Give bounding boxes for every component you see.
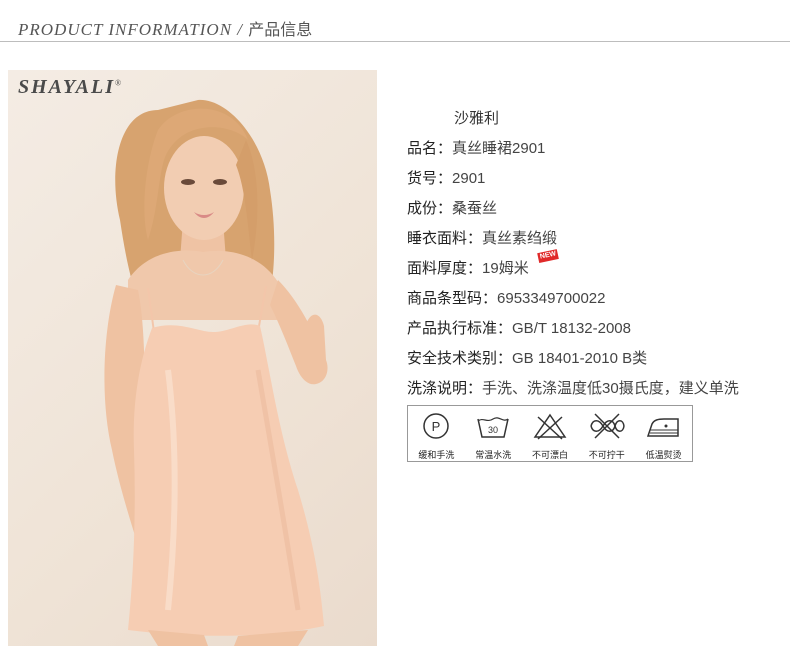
brand-logo: SHAYALI® [18,76,124,98]
model-figure [104,99,328,646]
spec-value: GB/T 18132-2008 [512,320,631,337]
care-symbols: P 缓和手洗 30 常温水洗 不可漂白 不可拧干 低温熨烫 [407,405,693,462]
dry-clean-p-icon: P [423,413,450,439]
spec-key: 安全技术类别： [407,350,513,367]
spec-key: 睡衣面料： [407,230,483,247]
product-photo: SHAYALI® [8,70,377,646]
spec-list: 沙雅利 品名：真丝睡裙2901 货号：2901 成份：桑蚕丝 睡衣面料：真丝素绉… [407,108,739,408]
spec-value: 19姆米 [482,260,529,277]
spec-key: 面料厚度： [407,260,483,277]
section-header: PRODUCT INFORMATION / 产品信息 [18,16,312,40]
spec-row-standard: 产品执行标准：GB/T 18132-2008 [407,318,739,348]
spec-value: 真丝睡裙2901 [452,140,546,157]
spec-key: 商品条型码： [407,290,498,307]
care-label: 低温熨烫 [645,450,682,460]
spec-row-safety-class: 安全技术类别：GB 18401-2010 B类 [407,348,739,378]
spec-row-composition: 成份：桑蚕丝 [407,198,739,228]
no-bleach-icon [533,413,567,440]
care-label: 常温水洗 [475,450,512,460]
spec-key: 产品执行标准： [407,320,513,337]
spec-key: 品名： [407,140,453,157]
spec-key: 货号： [407,170,453,187]
low-iron-icon [646,418,679,437]
no-wring-icon [590,413,625,439]
spec-value: 手洗、洗涤温度低30摄氏度，建义单洗 [482,380,739,397]
spec-row-fabric: 睡衣面料：真丝素绉缎 [407,228,739,258]
care-item: 不可拧干 [578,406,635,461]
spec-value: 桑蚕丝 [452,200,498,217]
care-label: 不可漂白 [531,450,568,460]
spec-row-wash-instructions: 洗涤说明：手洗、洗涤温度低30摄氏度，建义单洗 [407,378,739,408]
spec-value: GB 18401-2010 B类 [512,350,648,367]
care-item: 低温熨烫 [635,406,692,461]
spec-value: 6953349700022 [497,290,606,307]
care-item: P 缓和手洗 [408,406,465,461]
spec-row-product-name: 品名：真丝睡裙2901 [407,138,739,168]
spec-value: 真丝素绉缎 [482,230,558,247]
header-separator: / [232,20,249,39]
care-item: 30 常温水洗 [465,406,522,461]
svg-text:30: 30 [488,425,498,435]
spec-value: 2901 [452,170,486,187]
wash-30-icon: 30 [477,417,509,438]
spec-row-thickness: 面料厚度：19姆米 NEW [407,248,739,288]
header-divider [0,41,790,42]
spec-key: 成份： [407,200,453,217]
care-item: 不可漂白 [522,406,579,461]
svg-text:P: P [432,419,441,434]
care-label: 不可拧干 [588,450,625,460]
care-label: 缓和手洗 [418,450,455,460]
spec-row-barcode: 商品条型码：6953349700022 [407,288,739,318]
spec-key: 洗涤说明： [407,380,483,397]
header-title-cn: 产品信息 [248,20,313,39]
spec-row-item-no: 货号：2901 [407,168,739,198]
spec-brand-name: 沙雅利 [454,110,500,127]
header-title-en: PRODUCT INFORMATION [18,20,233,39]
